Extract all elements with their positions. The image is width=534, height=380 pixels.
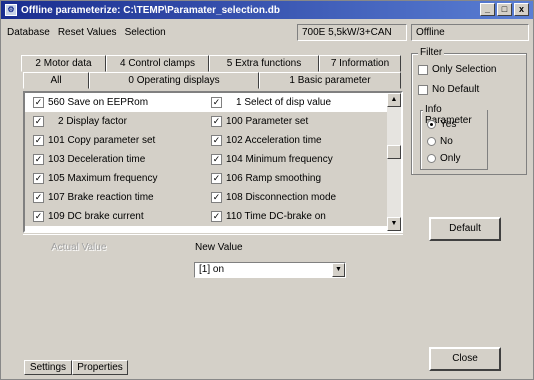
mode-status: Offline: [411, 24, 529, 41]
radio-dot[interactable]: [427, 154, 436, 163]
no-default-label: No Default: [432, 84, 480, 95]
param-label: 110 Time DC-brake on: [226, 211, 326, 222]
device-status: 700E 5,5kW/3+CAN: [297, 24, 407, 41]
menu-reset-values[interactable]: Reset Values: [54, 27, 121, 38]
radio-yes[interactable]: Yes: [427, 119, 456, 130]
list-item[interactable]: ✓ 106 Ramp smoothing: [205, 169, 389, 188]
radio-only-label: Only: [440, 153, 461, 164]
param-label: 1 Select of disp value: [236, 97, 332, 108]
param-label: 108 Disconnection mode: [226, 192, 337, 203]
scroll-up-arrow-icon[interactable]: ▲: [387, 93, 401, 107]
menu-selection[interactable]: Selection: [121, 27, 170, 38]
checkbox[interactable]: ✓: [33, 211, 44, 222]
only-selection-checkbox[interactable]: Only Selection: [418, 64, 496, 75]
tab-basic-parameter[interactable]: 1 Basic parameter: [259, 72, 401, 89]
dropdown-arrow-icon[interactable]: ▼: [332, 263, 345, 277]
list-item[interactable]: ✓ 109 DC brake current: [25, 207, 205, 226]
scroll-down-arrow-icon[interactable]: ▼: [387, 217, 401, 231]
app-icon: ⚙: [5, 4, 17, 16]
checkbox[interactable]: ✓: [211, 154, 222, 165]
param-label: 107 Brake reaction time: [48, 192, 154, 203]
list-item[interactable]: ✓ 101 Copy parameter set: [25, 131, 205, 150]
tab-control-clamps[interactable]: 4 Control clamps: [106, 55, 209, 72]
tab-all[interactable]: All: [23, 72, 89, 89]
maximize-button[interactable]: □: [497, 3, 512, 16]
checkbox[interactable]: ✓: [33, 192, 44, 203]
info-parameter-group: Info Parameter Yes No Only: [420, 104, 488, 170]
list-item[interactable]: ✓ 108 Disconnection mode: [205, 188, 389, 207]
list-item[interactable]: ✓ 105 Maximum frequency: [25, 169, 205, 188]
list-item[interactable]: ✓ 104 Minimum frequency: [205, 150, 389, 169]
checkbox[interactable]: ✓: [211, 116, 222, 127]
param-label: 2 Display factor: [58, 116, 127, 127]
vertical-scrollbar[interactable]: ▲ ▼: [387, 93, 401, 231]
param-label: 103 Deceleration time: [48, 154, 146, 165]
radio-dot[interactable]: [427, 137, 436, 146]
list-item[interactable]: ✓ 2 Display factor: [25, 112, 205, 131]
scroll-thumb[interactable]: [387, 145, 401, 159]
title-bar[interactable]: ⚙ Offline parameterize: C:\TEMP\Paramate…: [1, 1, 533, 19]
param-label: 105 Maximum frequency: [48, 173, 158, 184]
checkbox[interactable]: ✓: [33, 135, 44, 146]
tab-strip: 2 Motor data 4 Control clamps 5 Extra fu…: [21, 55, 406, 95]
radio-no[interactable]: No: [427, 136, 453, 147]
list-item[interactable]: ✓ 100 Parameter set: [205, 112, 389, 131]
checkbox[interactable]: ✓: [33, 173, 44, 184]
list-item[interactable]: ✓ 102 Acceleration time: [205, 131, 389, 150]
app-window: ⚙ Offline parameterize: C:\TEMP\Paramate…: [0, 0, 534, 380]
checkbox-box[interactable]: [418, 64, 428, 75]
param-label: 560 Save on EEPRom: [48, 97, 149, 108]
param-label: 106 Ramp smoothing: [226, 173, 322, 184]
filter-group-title: Filter: [418, 47, 445, 58]
param-label: 104 Minimum frequency: [226, 154, 333, 165]
param-label: 100 Parameter set: [226, 116, 309, 127]
checkbox-box[interactable]: [418, 84, 428, 95]
param-label: 101 Copy parameter set: [48, 135, 156, 146]
tab-settings[interactable]: Settings: [24, 360, 72, 375]
list-item[interactable]: ✓ 110 Time DC-brake on: [205, 207, 389, 226]
close-button[interactable]: Close: [429, 347, 501, 371]
checkbox[interactable]: ✓: [211, 135, 222, 146]
checkbox[interactable]: ✓: [211, 97, 222, 108]
checkbox[interactable]: ✓: [211, 192, 222, 203]
no-default-checkbox[interactable]: No Default: [418, 84, 479, 95]
param-label: 102 Acceleration time: [226, 135, 322, 146]
list-item[interactable]: ✓ 1 Select of disp value: [205, 93, 389, 112]
window-controls: _ □ x: [480, 3, 529, 16]
tab-information[interactable]: 7 Information: [319, 55, 401, 72]
radio-only[interactable]: Only: [427, 153, 461, 164]
window-title: Offline parameterize: C:\TEMP\Paramater_…: [21, 4, 280, 16]
checkbox[interactable]: ✓: [33, 97, 44, 108]
close-window-button[interactable]: x: [514, 3, 529, 16]
only-selection-label: Only Selection: [432, 64, 497, 75]
filter-group: Filter Only Selection No Default Info Pa…: [411, 47, 527, 175]
menu-database[interactable]: Database: [3, 27, 54, 38]
new-value-label: New Value: [195, 242, 243, 253]
checkbox[interactable]: ✓: [211, 211, 222, 222]
checkbox[interactable]: ✓: [33, 116, 44, 127]
tab-extra-functions[interactable]: 5 Extra functions: [209, 55, 319, 72]
value-panel: Actual Value New Value [1] on ▼: [23, 234, 403, 359]
checkbox[interactable]: ✓: [211, 173, 222, 184]
actual-value-label: Actual Value: [51, 242, 107, 253]
default-button[interactable]: Default: [429, 217, 501, 241]
checkbox[interactable]: ✓: [33, 154, 44, 165]
list-item[interactable]: ✓ 560 Save on EEPRom: [25, 93, 205, 112]
list-item[interactable]: ✓ 103 Deceleration time: [25, 150, 205, 169]
radio-dot[interactable]: [427, 120, 436, 129]
new-value-select[interactable]: [1] on ▼: [194, 262, 346, 278]
param-label: 109 DC brake current: [48, 211, 144, 222]
tab-motor-data[interactable]: 2 Motor data: [21, 55, 106, 72]
radio-no-label: No: [440, 136, 453, 147]
parameter-list[interactable]: ✓ 560 Save on EEPRom ✓ 1 Select of disp …: [23, 91, 403, 233]
tab-operating-displays[interactable]: 0 Operating displays: [89, 72, 259, 89]
radio-yes-label: Yes: [440, 119, 457, 130]
minimize-button[interactable]: _: [480, 3, 495, 16]
tab-properties[interactable]: Properties: [72, 360, 128, 375]
list-item[interactable]: ✓ 107 Brake reaction time: [25, 188, 205, 207]
new-value-selected: [1] on: [199, 264, 225, 275]
